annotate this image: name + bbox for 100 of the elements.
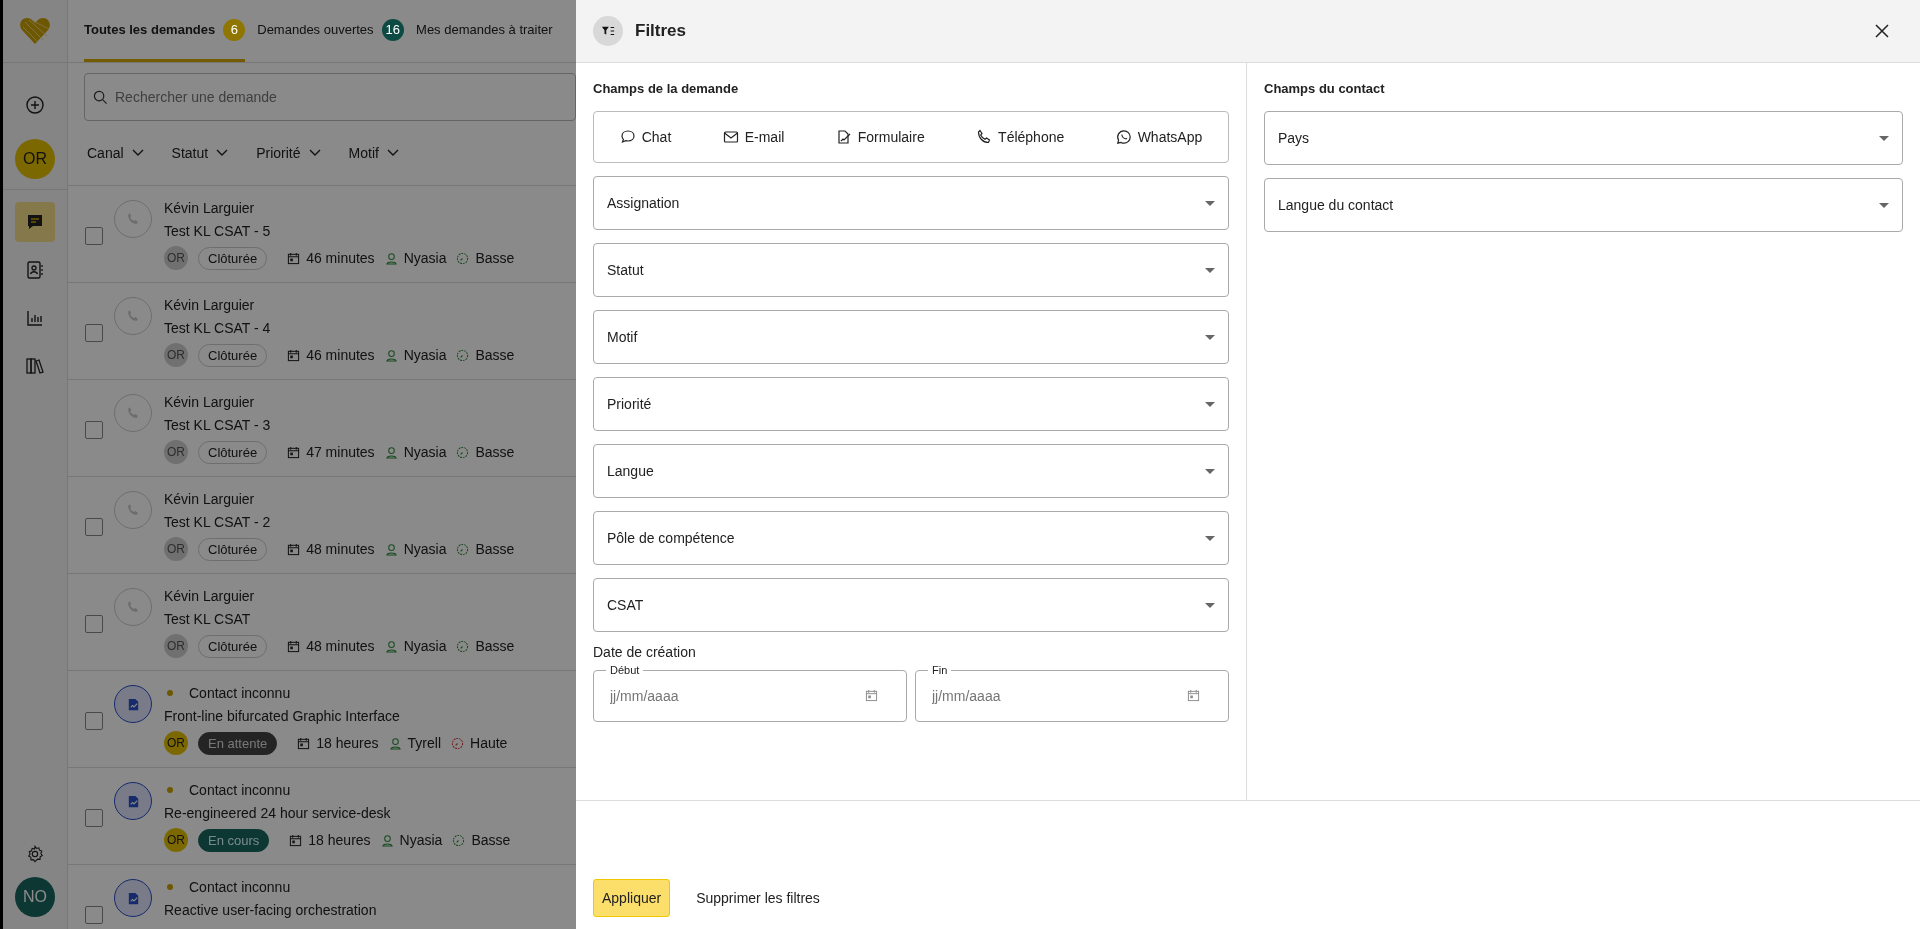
checkbox[interactable] [85,712,103,730]
dropdown-field[interactable]: Priorité [593,377,1229,431]
section-heading: Champs du contact [1264,81,1386,96]
dropdown-field[interactable]: Pôle de compétence [593,511,1229,565]
agent-name: Nyasia [403,347,447,363]
dropdown-field[interactable]: Pays [1264,111,1903,165]
request-row[interactable]: Contact inconnu Reactive user-facing orchestration [68,865,576,929]
agent-icon [384,542,398,556]
agent-name: Tyrell [407,735,441,751]
tab-label: Toutes les demandes [84,22,216,37]
request-row[interactable]: Kévin Larguier Test KL CSAT - 3 OR Clôturée 47 minutes Nyasia Basse [68,380,576,477]
request-row[interactable]: Contact inconnu Front-line bifurcated Graphic Interface OR En attente 18 heures Tyrell Haute [68,671,576,768]
settings-icon[interactable] [26,845,44,863]
account-avatar[interactable]: NO [15,877,55,917]
contact-name: Kévin Larguier [164,588,255,604]
agent-icon [384,251,398,265]
request-row[interactable]: Kévin Larguier Test KL CSAT - 4 OR Clôturée 46 minutes Nyasia Basse [68,283,576,380]
date-field[interactable]: Fin jj/mm/aaaa [915,664,1229,722]
request-row[interactable]: Contact inconnu Re-engineered 24 hour service-desk OR En cours 18 heures Nyasia Basse [68,768,576,865]
dropdown-field[interactable]: Motif [593,310,1229,364]
tab-label: Mes demandes à traiter [416,22,553,37]
agent-name: Nyasia [403,638,447,654]
contact-name: Kévin Larguier [164,200,255,216]
request-age: 48 minutes [306,541,375,557]
agent-icon [384,348,398,362]
calendar-icon[interactable] [1187,689,1200,702]
tab[interactable]: Toutes les demandes 6 [84,0,246,62]
filter-dropdown[interactable]: Canal [87,145,144,161]
channel-option[interactable]: Téléphone [976,129,1065,145]
contact-name: Contact inconnu [189,782,291,798]
agent-name: Nyasia [399,832,443,848]
dropdown-field[interactable]: Langue du contact [1264,178,1903,232]
filter-dropdown[interactable]: Motif [348,145,399,161]
channel-option[interactable]: Formulaire [835,129,925,145]
caret-icon [1205,602,1215,608]
dropdown-field[interactable]: Langue [593,444,1229,498]
filter-dropdown[interactable]: Statut [171,145,229,161]
request-row[interactable]: Kévin Larguier Test KL CSAT OR Clôturée 48 minutes Nyasia Basse [68,574,576,671]
panel-title: Filtres [635,21,687,41]
dropdown-field[interactable]: Statut [593,243,1229,297]
whatsapp-icon [1115,129,1132,145]
caret-icon [1205,267,1215,273]
request-subject: Test KL CSAT - 3 [164,417,272,433]
filter-dropdown[interactable]: Priorité [256,145,321,161]
channel-option[interactable]: Chat [619,129,672,145]
caret-icon [1205,334,1215,340]
agent-icon [384,445,398,459]
clear-filters-button[interactable]: Supprimer les filtres [696,879,820,917]
contact-name: Kévin Larguier [164,394,255,410]
assignee-avatar: OR [164,731,188,755]
checkbox[interactable] [85,421,103,439]
calendar-icon [287,542,301,556]
calendar-icon [287,639,301,653]
date-label: Date de création [593,644,697,660]
priority-label: Basse [475,638,515,654]
request-subject: Front-line bifurcated Graphic Interface [164,708,401,724]
channel-option[interactable]: WhatsApp [1115,129,1203,145]
caret-icon [1205,401,1215,407]
count-badge: 6 [223,18,246,41]
search-field[interactable]: Rechercher une demande [84,73,576,121]
checkbox[interactable] [85,809,103,827]
form-icon [835,129,852,145]
calendar-icon[interactable] [865,689,878,702]
priority-label: Basse [475,444,515,460]
chevron-down-icon [386,149,399,157]
chevron-down-icon [216,149,229,157]
checkbox[interactable] [85,906,103,924]
assignee-avatar: OR [164,634,188,658]
request-row[interactable]: Kévin Larguier Test KL CSAT - 2 OR Clôturée 48 minutes Nyasia Basse [68,477,576,574]
apply-button[interactable]: Appliquer [593,879,671,917]
calendar-icon [287,348,301,362]
assignee-avatar: OR [164,828,188,852]
dropdown-field[interactable]: Assignation [593,176,1229,230]
checkbox[interactable] [85,227,103,245]
assignee-avatar: OR [164,537,188,561]
tab[interactable]: Mes demandes à traiter [416,0,553,62]
tab[interactable]: Demandes ouvertes 16 [257,0,405,62]
calendar-icon [287,251,301,265]
checkbox[interactable] [85,615,103,633]
request-age: 48 minutes [306,638,375,654]
assignee-avatar: OR [164,246,188,270]
request-row[interactable]: Kévin Larguier Test KL CSAT - 5 OR Clôturée 46 minutes Nyasia Basse [68,186,576,283]
request-age: 18 heures [316,735,379,751]
priority-label: Basse [475,347,515,363]
caret-icon [1205,535,1215,541]
priority-label: Haute [470,735,508,751]
date-field[interactable]: Début jj/mm/aaaa [593,664,907,722]
request-age: 46 minutes [306,347,375,363]
dropdown-field[interactable]: CSAT [593,578,1229,632]
channel-option[interactable]: E-mail [722,129,785,145]
request-subject: Test KL CSAT - 4 [164,320,272,336]
chat-icon[interactable] [15,202,55,242]
contact-name: Kévin Larguier [164,297,255,313]
checkbox[interactable] [85,518,103,536]
close-icon[interactable] [1874,23,1890,39]
filter-icon [593,16,623,46]
count-badge: 16 [381,18,405,41]
agent-name: Nyasia [403,444,447,460]
checkbox[interactable] [85,324,103,342]
request-subject: Re-engineered 24 hour service-desk [164,805,392,821]
